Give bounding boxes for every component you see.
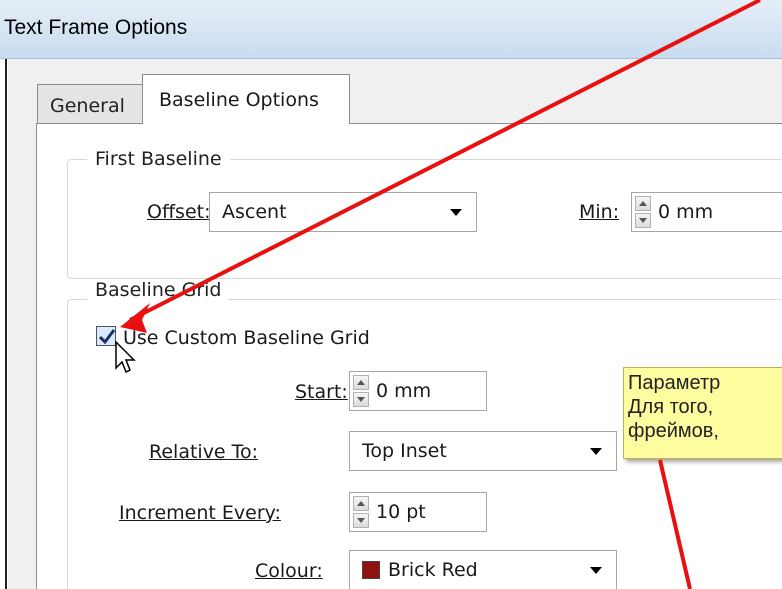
decrement-icon[interactable] bbox=[635, 213, 651, 228]
increment-icon[interactable] bbox=[635, 196, 651, 211]
chevron-down-icon bbox=[590, 448, 602, 455]
start-spinner[interactable]: 0 mm bbox=[349, 371, 487, 411]
min-label: Min: bbox=[579, 201, 620, 223]
relative-to-label: Relative To: bbox=[149, 441, 259, 463]
title-bar: Text Frame Options bbox=[0, 0, 782, 59]
offset-dropdown[interactable]: Ascent bbox=[209, 192, 477, 232]
tab-baseline-options-label: Baseline Options bbox=[159, 89, 319, 111]
chevron-down-icon bbox=[590, 567, 602, 574]
colour-swatch bbox=[362, 561, 380, 579]
tab-baseline-options[interactable]: Baseline Options bbox=[142, 74, 350, 124]
tab-general[interactable]: General bbox=[37, 84, 143, 128]
increment-every-label: Increment Every: bbox=[119, 502, 281, 524]
tooltip-line: Параметр bbox=[628, 372, 721, 394]
colour-label: Colour: bbox=[255, 560, 323, 582]
tab-general-label: General bbox=[50, 95, 125, 117]
increment-icon[interactable] bbox=[353, 375, 369, 390]
min-spinner[interactable]: 0 mm bbox=[631, 192, 782, 232]
baseline-options-panel: First Baseline Offset: Ascent Min: 0 mm … bbox=[36, 123, 782, 589]
min-value: 0 mm bbox=[658, 201, 714, 223]
relative-to-dropdown[interactable]: Top Inset bbox=[349, 431, 617, 471]
use-custom-baseline-grid-label[interactable]: Use Custom Baseline Grid bbox=[123, 327, 370, 349]
tooltip-callout: Параметр Для того, фреймов, bbox=[623, 367, 782, 459]
start-value: 0 mm bbox=[376, 380, 432, 402]
colour-value: Brick Red bbox=[388, 559, 478, 581]
colour-dropdown[interactable]: Brick Red bbox=[349, 550, 617, 589]
tooltip-line: Для того, bbox=[628, 396, 714, 418]
decrement-icon[interactable] bbox=[353, 513, 369, 528]
text-frame-options-dialog: Text Frame Options General Baseline Opti… bbox=[0, 0, 782, 589]
offset-label: Offset: bbox=[147, 201, 211, 223]
baseline-grid-title: Baseline Grid bbox=[87, 279, 230, 301]
offset-value: Ascent bbox=[222, 201, 287, 223]
increment-every-value: 10 pt bbox=[376, 501, 426, 523]
increment-every-spinner[interactable]: 10 pt bbox=[349, 492, 487, 532]
window-title: Text Frame Options bbox=[4, 16, 188, 39]
mouse-pointer-icon bbox=[114, 340, 138, 381]
start-label: Start: bbox=[295, 381, 348, 403]
chevron-down-icon bbox=[450, 209, 462, 216]
first-baseline-title: First Baseline bbox=[87, 148, 230, 170]
use-custom-baseline-grid-checkbox[interactable] bbox=[96, 326, 116, 346]
decrement-icon[interactable] bbox=[353, 392, 369, 407]
increment-icon[interactable] bbox=[353, 496, 369, 511]
tooltip-line: фреймов, bbox=[628, 420, 719, 442]
relative-to-value: Top Inset bbox=[362, 440, 447, 462]
